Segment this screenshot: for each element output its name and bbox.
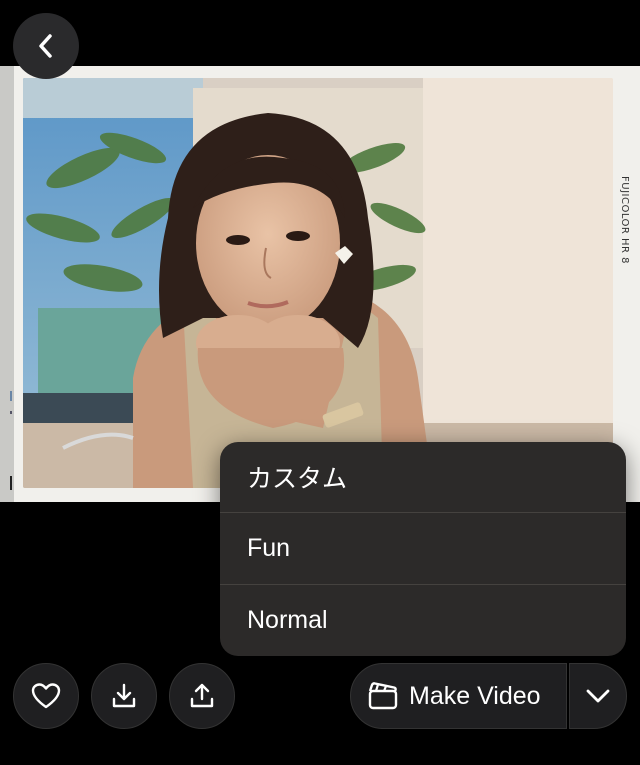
- chevron-down-icon: [586, 689, 610, 703]
- heart-icon: [31, 683, 61, 709]
- photo-frame: FUJICOLOR HR 8: [0, 66, 640, 502]
- like-button[interactable]: [13, 663, 79, 729]
- make-video-options-button[interactable]: [569, 663, 627, 729]
- download-button[interactable]: [91, 663, 157, 729]
- make-video-button[interactable]: Make Video: [350, 663, 567, 729]
- share-button[interactable]: [169, 663, 235, 729]
- menu-item-normal[interactable]: Normal: [220, 585, 626, 656]
- back-chevron-icon: [39, 34, 52, 58]
- film-mark: [10, 476, 12, 490]
- make-video-label: Make Video: [409, 681, 541, 710]
- menu-item-custom[interactable]: カスタム: [220, 442, 626, 514]
- photo-film-edge: [0, 66, 14, 502]
- menu-item-fun[interactable]: Fun: [220, 513, 626, 585]
- clapperboard-icon: [368, 682, 398, 710]
- share-icon: [190, 683, 214, 708]
- film-mark: [10, 391, 12, 401]
- portrait-photo: [23, 78, 613, 488]
- film-mark: [10, 411, 12, 414]
- download-icon: [112, 683, 136, 708]
- photo-image: [23, 78, 613, 488]
- film-label: FUJICOLOR HR 8: [619, 176, 630, 265]
- back-button[interactable]: [13, 13, 79, 79]
- video-style-menu: カスタム Fun Normal: [220, 442, 626, 656]
